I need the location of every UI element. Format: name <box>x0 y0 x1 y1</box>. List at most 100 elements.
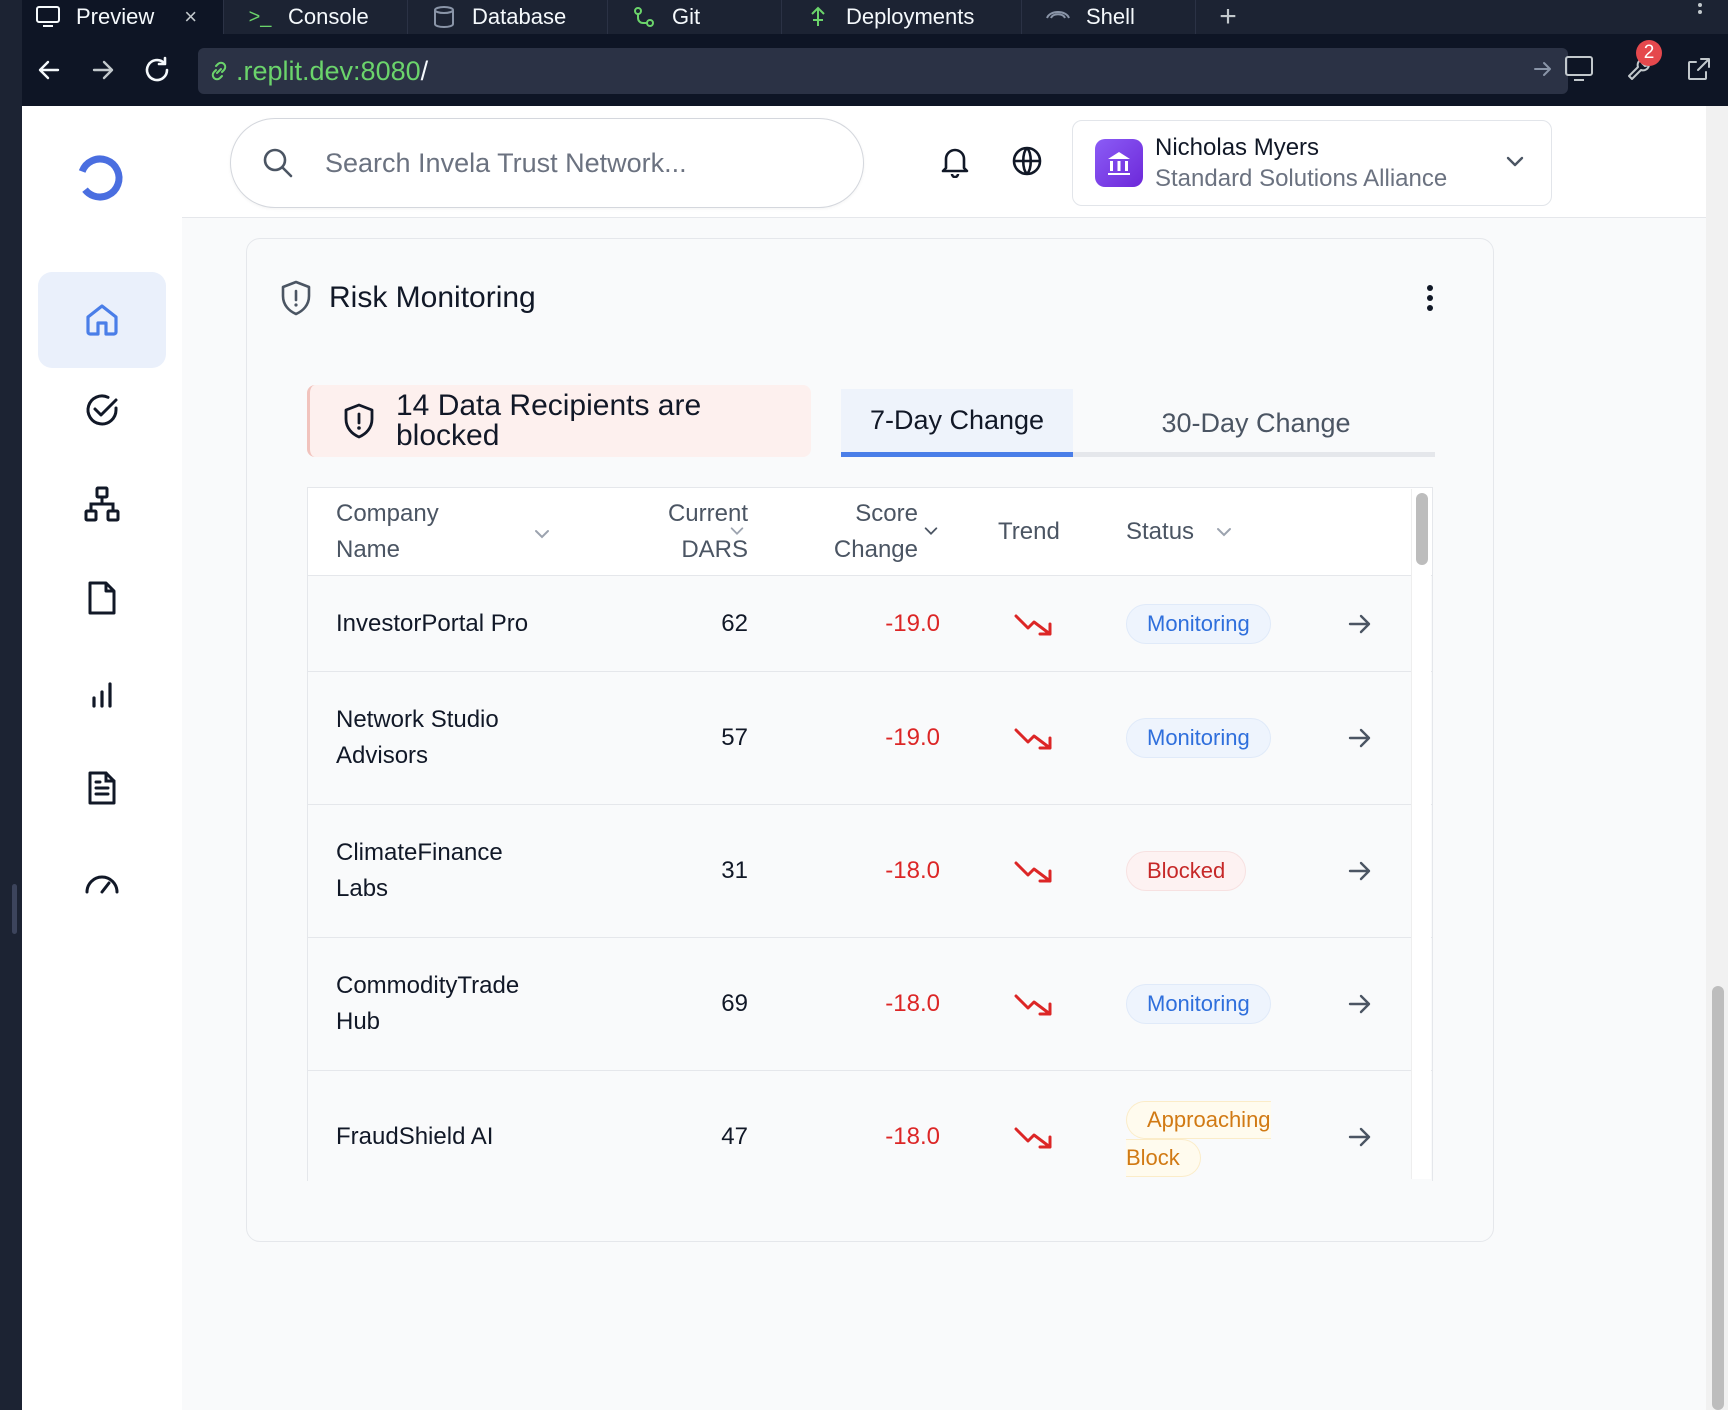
search-bar[interactable] <box>230 118 864 208</box>
page-scrollbar[interactable] <box>1706 106 1728 1410</box>
blocked-count-text: 14 Data Recipients are blocked <box>396 389 702 452</box>
current-dars: 69 <box>721 990 748 1017</box>
tab-preview[interactable]: Preview × <box>22 0 224 34</box>
home-icon <box>86 304 118 336</box>
devtools-button[interactable]: 2 <box>1616 40 1662 92</box>
table-row[interactable]: Network Studio Advisors 57 -19.0 Monitor… <box>308 672 1432 805</box>
scrollbar-thumb[interactable] <box>1712 986 1724 1410</box>
language-button[interactable] <box>1004 138 1050 184</box>
arrow-left-icon <box>38 60 60 80</box>
gauge-icon <box>85 875 119 894</box>
status-badge: Monitoring <box>1126 718 1271 758</box>
current-dars: 47 <box>721 1123 748 1150</box>
chevron-down-icon[interactable] <box>728 522 746 540</box>
tab-console[interactable]: >_ Console <box>224 0 408 34</box>
risk-table: Company Name Current DARS Score Change T… <box>307 487 1433 1181</box>
company-name: Network Studio Advisors <box>336 706 499 769</box>
link-icon <box>211 61 227 81</box>
tab-30-day-change[interactable]: 30-Day Change <box>1141 389 1371 457</box>
table-row[interactable]: FraudShield AI 47 -18.0 Approaching Bloc… <box>308 1071 1432 1181</box>
arrow-right-icon[interactable] <box>1346 1123 1374 1151</box>
user-menu[interactable]: Nicholas Myers Standard Solutions Allian… <box>1072 120 1552 206</box>
database-icon <box>430 3 458 31</box>
table-row[interactable]: CommodityTrade Hub 69 -18.0 Monitoring <box>308 938 1432 1071</box>
tab-deployments[interactable]: Deployments <box>782 0 1022 34</box>
tab-7-day-change[interactable]: 7-Day Change <box>841 389 1073 457</box>
column-label: Trend <box>998 518 1060 545</box>
trending-down-icon <box>1014 1127 1052 1149</box>
score-change: -18.0 <box>885 857 940 884</box>
pane-gutter <box>0 34 22 1410</box>
monitor-icon <box>34 3 62 31</box>
notifications-button[interactable] <box>932 138 978 184</box>
company-name: CommodityTrade Hub <box>336 972 520 1035</box>
scrollbar-thumb[interactable] <box>1416 493 1428 565</box>
sidebar-item-network[interactable] <box>38 456 166 552</box>
score-change: -18.0 <box>885 1123 940 1150</box>
tab-label: Preview <box>76 4 155 29</box>
new-tab-button[interactable]: + <box>1196 0 1260 34</box>
file-icon <box>88 581 116 615</box>
table-header: Company Name Current DARS Score Change T… <box>308 488 1432 576</box>
app-viewport: Nicholas Myers Standard Solutions Allian… <box>22 106 1728 1410</box>
sidebar-item-home[interactable] <box>38 272 166 368</box>
sidebar-item-tasks[interactable] <box>38 362 166 458</box>
column-company-name[interactable]: Company Name <box>336 496 466 568</box>
score-change: -18.0 <box>885 990 940 1017</box>
user-name: Nicholas Myers <box>1155 133 1320 161</box>
tab-label: Deployments <box>846 4 975 29</box>
column-status[interactable]: Status <box>1126 514 1194 550</box>
chevron-down-icon[interactable] <box>532 524 552 544</box>
sidebar-item-risk[interactable] <box>38 834 166 930</box>
more-options-icon[interactable] <box>1427 285 1437 315</box>
arrow-right-icon[interactable] <box>1346 857 1374 885</box>
close-icon[interactable]: × <box>184 4 197 30</box>
current-dars: 57 <box>721 724 748 751</box>
trending-down-icon <box>1014 728 1052 750</box>
forward-button[interactable] <box>76 43 130 97</box>
chevron-down-icon[interactable] <box>1214 522 1234 542</box>
tab-git[interactable]: Git <box>608 0 782 34</box>
shield-alert-icon <box>344 403 374 439</box>
devices-button[interactable] <box>1556 46 1602 92</box>
tab-menu-icon[interactable] <box>1698 0 1702 17</box>
network-icon <box>84 486 120 522</box>
back-button[interactable] <box>22 43 76 97</box>
bell-icon <box>941 148 969 178</box>
bar-chart-icon <box>92 682 112 708</box>
table-row[interactable]: ClimateFinance Labs 31 -18.0 Blocked <box>308 805 1432 938</box>
go-arrow-icon[interactable] <box>1532 58 1554 85</box>
trending-down-icon <box>1014 994 1052 1016</box>
resize-handle[interactable] <box>12 884 17 934</box>
sidebar-item-files[interactable] <box>38 550 166 646</box>
open-new-tab-button[interactable] <box>1676 46 1722 92</box>
invela-logo[interactable] <box>74 152 126 204</box>
sidebar-item-documents[interactable] <box>38 740 166 836</box>
arrow-right-icon[interactable] <box>1346 610 1374 638</box>
chevron-down-icon[interactable] <box>922 522 940 540</box>
top-bar: Nicholas Myers Standard Solutions Allian… <box>182 106 1706 218</box>
company-name: ClimateFinance Labs <box>336 839 503 902</box>
arrow-right-icon[interactable] <box>1346 724 1374 752</box>
arrow-right-icon[interactable] <box>1346 990 1374 1018</box>
table-scrollbar[interactable] <box>1411 489 1431 1179</box>
status-line-2: Block <box>1126 1139 1201 1177</box>
table-row[interactable]: InvestorPortal Pro 62 -19.0 Monitoring <box>308 576 1432 672</box>
sidebar-item-insights[interactable] <box>38 646 166 742</box>
preview-url-bar: .replit.dev:8080/ 2 <box>22 34 1728 106</box>
reload-button[interactable] <box>130 43 184 97</box>
current-dars: 62 <box>721 610 748 637</box>
sidebar <box>22 106 182 1410</box>
url-field[interactable]: .replit.dev:8080/ <box>198 48 1568 94</box>
notification-badge: 2 <box>1636 40 1662 66</box>
column-current-dars[interactable]: Current DARS <box>608 496 748 568</box>
search-input[interactable] <box>325 147 845 179</box>
git-branch-icon <box>630 3 658 31</box>
tab-database[interactable]: Database <box>408 0 608 34</box>
column-score-change[interactable]: Score Change <box>808 496 918 568</box>
check-circle-icon <box>86 394 118 426</box>
workspace-tab-bar: Preview × >_ Console Database Git Deploy… <box>0 0 1728 34</box>
tab-shell[interactable]: Shell <box>1022 0 1196 34</box>
status-badge: Approaching Block <box>1126 1101 1282 1177</box>
column-label: Company Name <box>336 500 439 563</box>
